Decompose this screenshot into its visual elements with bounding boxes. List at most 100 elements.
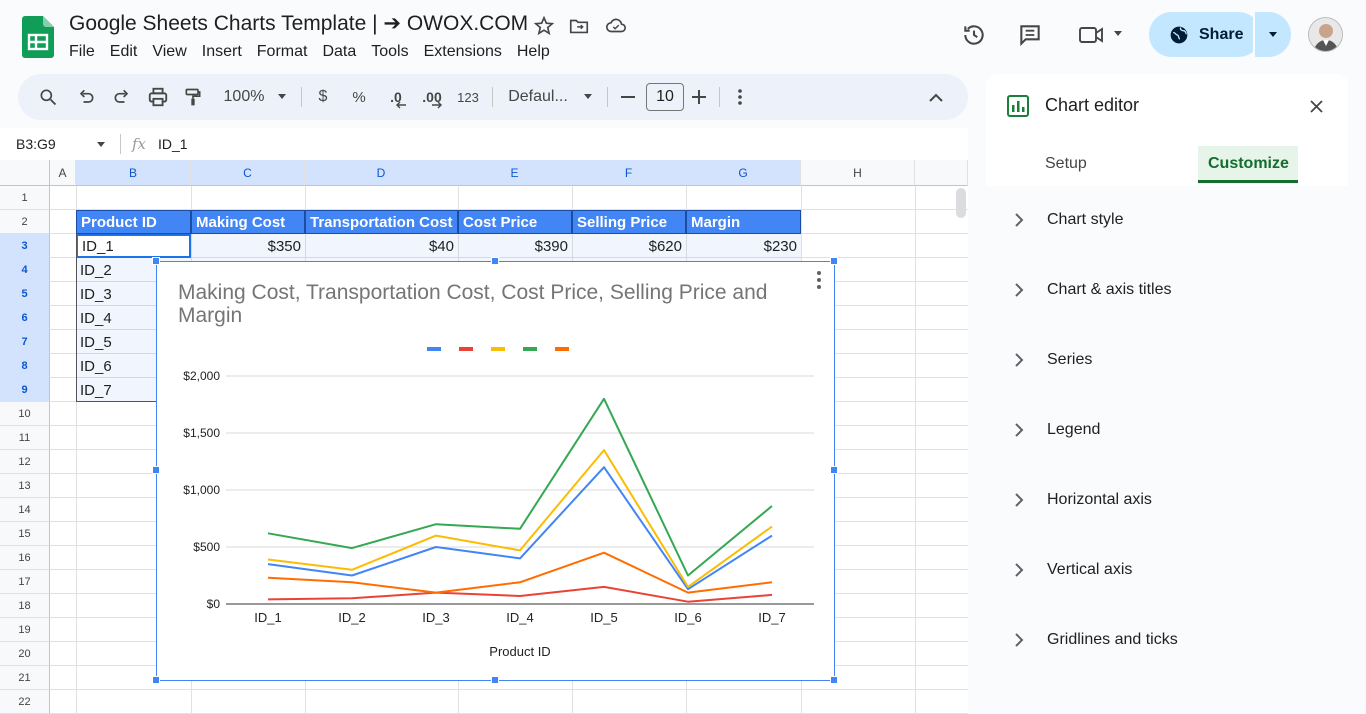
row-header[interactable]: 14 — [0, 498, 50, 522]
row-header[interactable]: 17 — [0, 570, 50, 594]
row-header[interactable]: 20 — [0, 642, 50, 666]
row-header[interactable]: 9 — [0, 378, 50, 402]
menu-data[interactable]: Data — [322, 43, 356, 61]
font-family-select[interactable]: Defaul... — [506, 74, 570, 120]
resize-handle[interactable] — [830, 466, 838, 474]
decrease-decimal-button[interactable]: .0 — [383, 74, 409, 120]
font-dropdown-icon[interactable] — [583, 93, 593, 101]
row-header[interactable]: 5 — [0, 282, 50, 306]
formula-input[interactable]: ID_1 — [158, 136, 188, 152]
share-dropdown-button[interactable] — [1255, 12, 1291, 57]
row-header[interactable]: 19 — [0, 618, 50, 642]
section-chart-style[interactable]: Chart style — [986, 200, 1348, 240]
row-header[interactable]: 10 — [0, 402, 50, 426]
star-icon[interactable] — [533, 15, 555, 37]
document-title[interactable]: Google Sheets Charts Template | ➔ OWOX.C… — [69, 11, 528, 36]
section-vertical-axis[interactable]: Vertical axis — [986, 550, 1348, 590]
share-button[interactable]: Share — [1149, 12, 1261, 57]
font-size-increase-button[interactable] — [689, 74, 709, 120]
table-cell[interactable]: $390 — [458, 234, 572, 258]
column-header-e[interactable]: E — [458, 160, 572, 186]
row-header[interactable]: 21 — [0, 666, 50, 690]
row-header[interactable]: 11 — [0, 426, 50, 450]
header-cell-cost-price[interactable]: Cost Price — [458, 210, 572, 234]
resize-handle[interactable] — [152, 257, 160, 265]
menu-view[interactable]: View — [152, 43, 186, 61]
section-series[interactable]: Series — [986, 340, 1348, 380]
menu-edit[interactable]: Edit — [110, 43, 138, 61]
currency-format-button[interactable]: $ — [313, 74, 333, 120]
header-cell-transportation-cost[interactable]: Transportation Cost — [305, 210, 458, 234]
version-history-icon[interactable] — [961, 22, 987, 48]
menu-insert[interactable]: Insert — [202, 43, 242, 61]
row-header[interactable]: 12 — [0, 450, 50, 474]
sheets-logo-icon[interactable] — [22, 16, 54, 58]
resize-handle[interactable] — [152, 676, 160, 684]
column-header-a[interactable]: A — [50, 160, 76, 186]
resize-handle[interactable] — [491, 676, 499, 684]
row-header[interactable]: 16 — [0, 546, 50, 570]
line-chart[interactable]: Making Cost, Transportation Cost, Cost P… — [156, 261, 835, 681]
table-cell[interactable]: ID_3 — [76, 282, 156, 306]
section-gridlines-ticks[interactable]: Gridlines and ticks — [986, 620, 1348, 660]
section-legend[interactable]: Legend — [986, 410, 1348, 450]
menu-format[interactable]: Format — [257, 43, 308, 61]
table-cell[interactable]: $620 — [572, 234, 686, 258]
header-cell-selling-price[interactable]: Selling Price — [572, 210, 686, 234]
menu-file[interactable]: File — [69, 43, 95, 61]
menu-help[interactable]: Help — [517, 43, 550, 61]
row-header[interactable]: 13 — [0, 474, 50, 498]
move-folder-icon[interactable] — [568, 15, 590, 37]
column-header-c[interactable]: C — [191, 160, 305, 186]
table-cell[interactable]: ID_5 — [76, 330, 156, 354]
close-icon[interactable] — [1310, 100, 1323, 113]
resize-handle[interactable] — [830, 676, 838, 684]
menu-extensions[interactable]: Extensions — [424, 43, 502, 61]
meet-dropdown-icon[interactable] — [1113, 30, 1123, 38]
font-size-input[interactable]: 10 — [646, 83, 684, 111]
table-cell[interactable]: ID_4 — [76, 306, 156, 330]
active-cell[interactable]: ID_1 — [76, 234, 191, 258]
number-format-button[interactable]: 123 — [455, 74, 481, 120]
table-cell[interactable]: ID_2 — [76, 258, 156, 282]
header-cell-margin[interactable]: Margin — [686, 210, 801, 234]
resize-handle[interactable] — [830, 257, 838, 265]
column-header-g[interactable]: G — [686, 160, 801, 186]
table-cell[interactable]: ID_7 — [76, 378, 156, 402]
increase-decimal-button[interactable]: .00 — [419, 74, 445, 120]
resize-handle[interactable] — [152, 466, 160, 474]
select-all-corner[interactable] — [0, 160, 50, 186]
tab-setup[interactable]: Setup — [1045, 155, 1087, 173]
meet-video-icon[interactable] — [1078, 23, 1106, 47]
column-header-d[interactable]: D — [305, 160, 458, 186]
row-header[interactable]: 8 — [0, 354, 50, 378]
collapse-toolbar-button[interactable] — [926, 74, 946, 120]
tab-customize[interactable]: Customize — [1208, 155, 1289, 173]
header-cell-product-id[interactable]: Product ID — [76, 210, 191, 234]
table-cell[interactable]: $350 — [191, 234, 305, 258]
row-header[interactable]: 7 — [0, 330, 50, 354]
more-options-button[interactable] — [730, 74, 750, 120]
name-box[interactable]: B3:G9 — [16, 136, 56, 152]
vertical-scrollbar-thumb[interactable] — [956, 188, 966, 218]
row-header[interactable]: 2 — [0, 210, 50, 234]
table-cell[interactable]: $230 — [686, 234, 801, 258]
row-header[interactable]: 6 — [0, 306, 50, 330]
column-header-h[interactable]: H — [801, 160, 915, 186]
row-header[interactable]: 18 — [0, 594, 50, 618]
font-size-decrease-button[interactable] — [618, 74, 638, 120]
column-header-f[interactable]: F — [572, 160, 686, 186]
cloud-saved-icon[interactable] — [604, 15, 628, 37]
zoom-select[interactable]: 100% — [220, 74, 268, 120]
redo-button[interactable] — [110, 74, 134, 120]
row-header[interactable]: 1 — [0, 186, 50, 210]
search-menus-button[interactable] — [36, 74, 60, 120]
section-horizontal-axis[interactable]: Horizontal axis — [986, 480, 1348, 520]
name-box-dropdown-icon[interactable] — [96, 141, 106, 148]
account-avatar[interactable] — [1308, 17, 1343, 52]
column-header-b[interactable]: B — [76, 160, 191, 186]
paint-format-button[interactable] — [181, 74, 205, 120]
resize-handle[interactable] — [491, 257, 499, 265]
menu-tools[interactable]: Tools — [371, 43, 408, 61]
row-header[interactable]: 4 — [0, 258, 50, 282]
